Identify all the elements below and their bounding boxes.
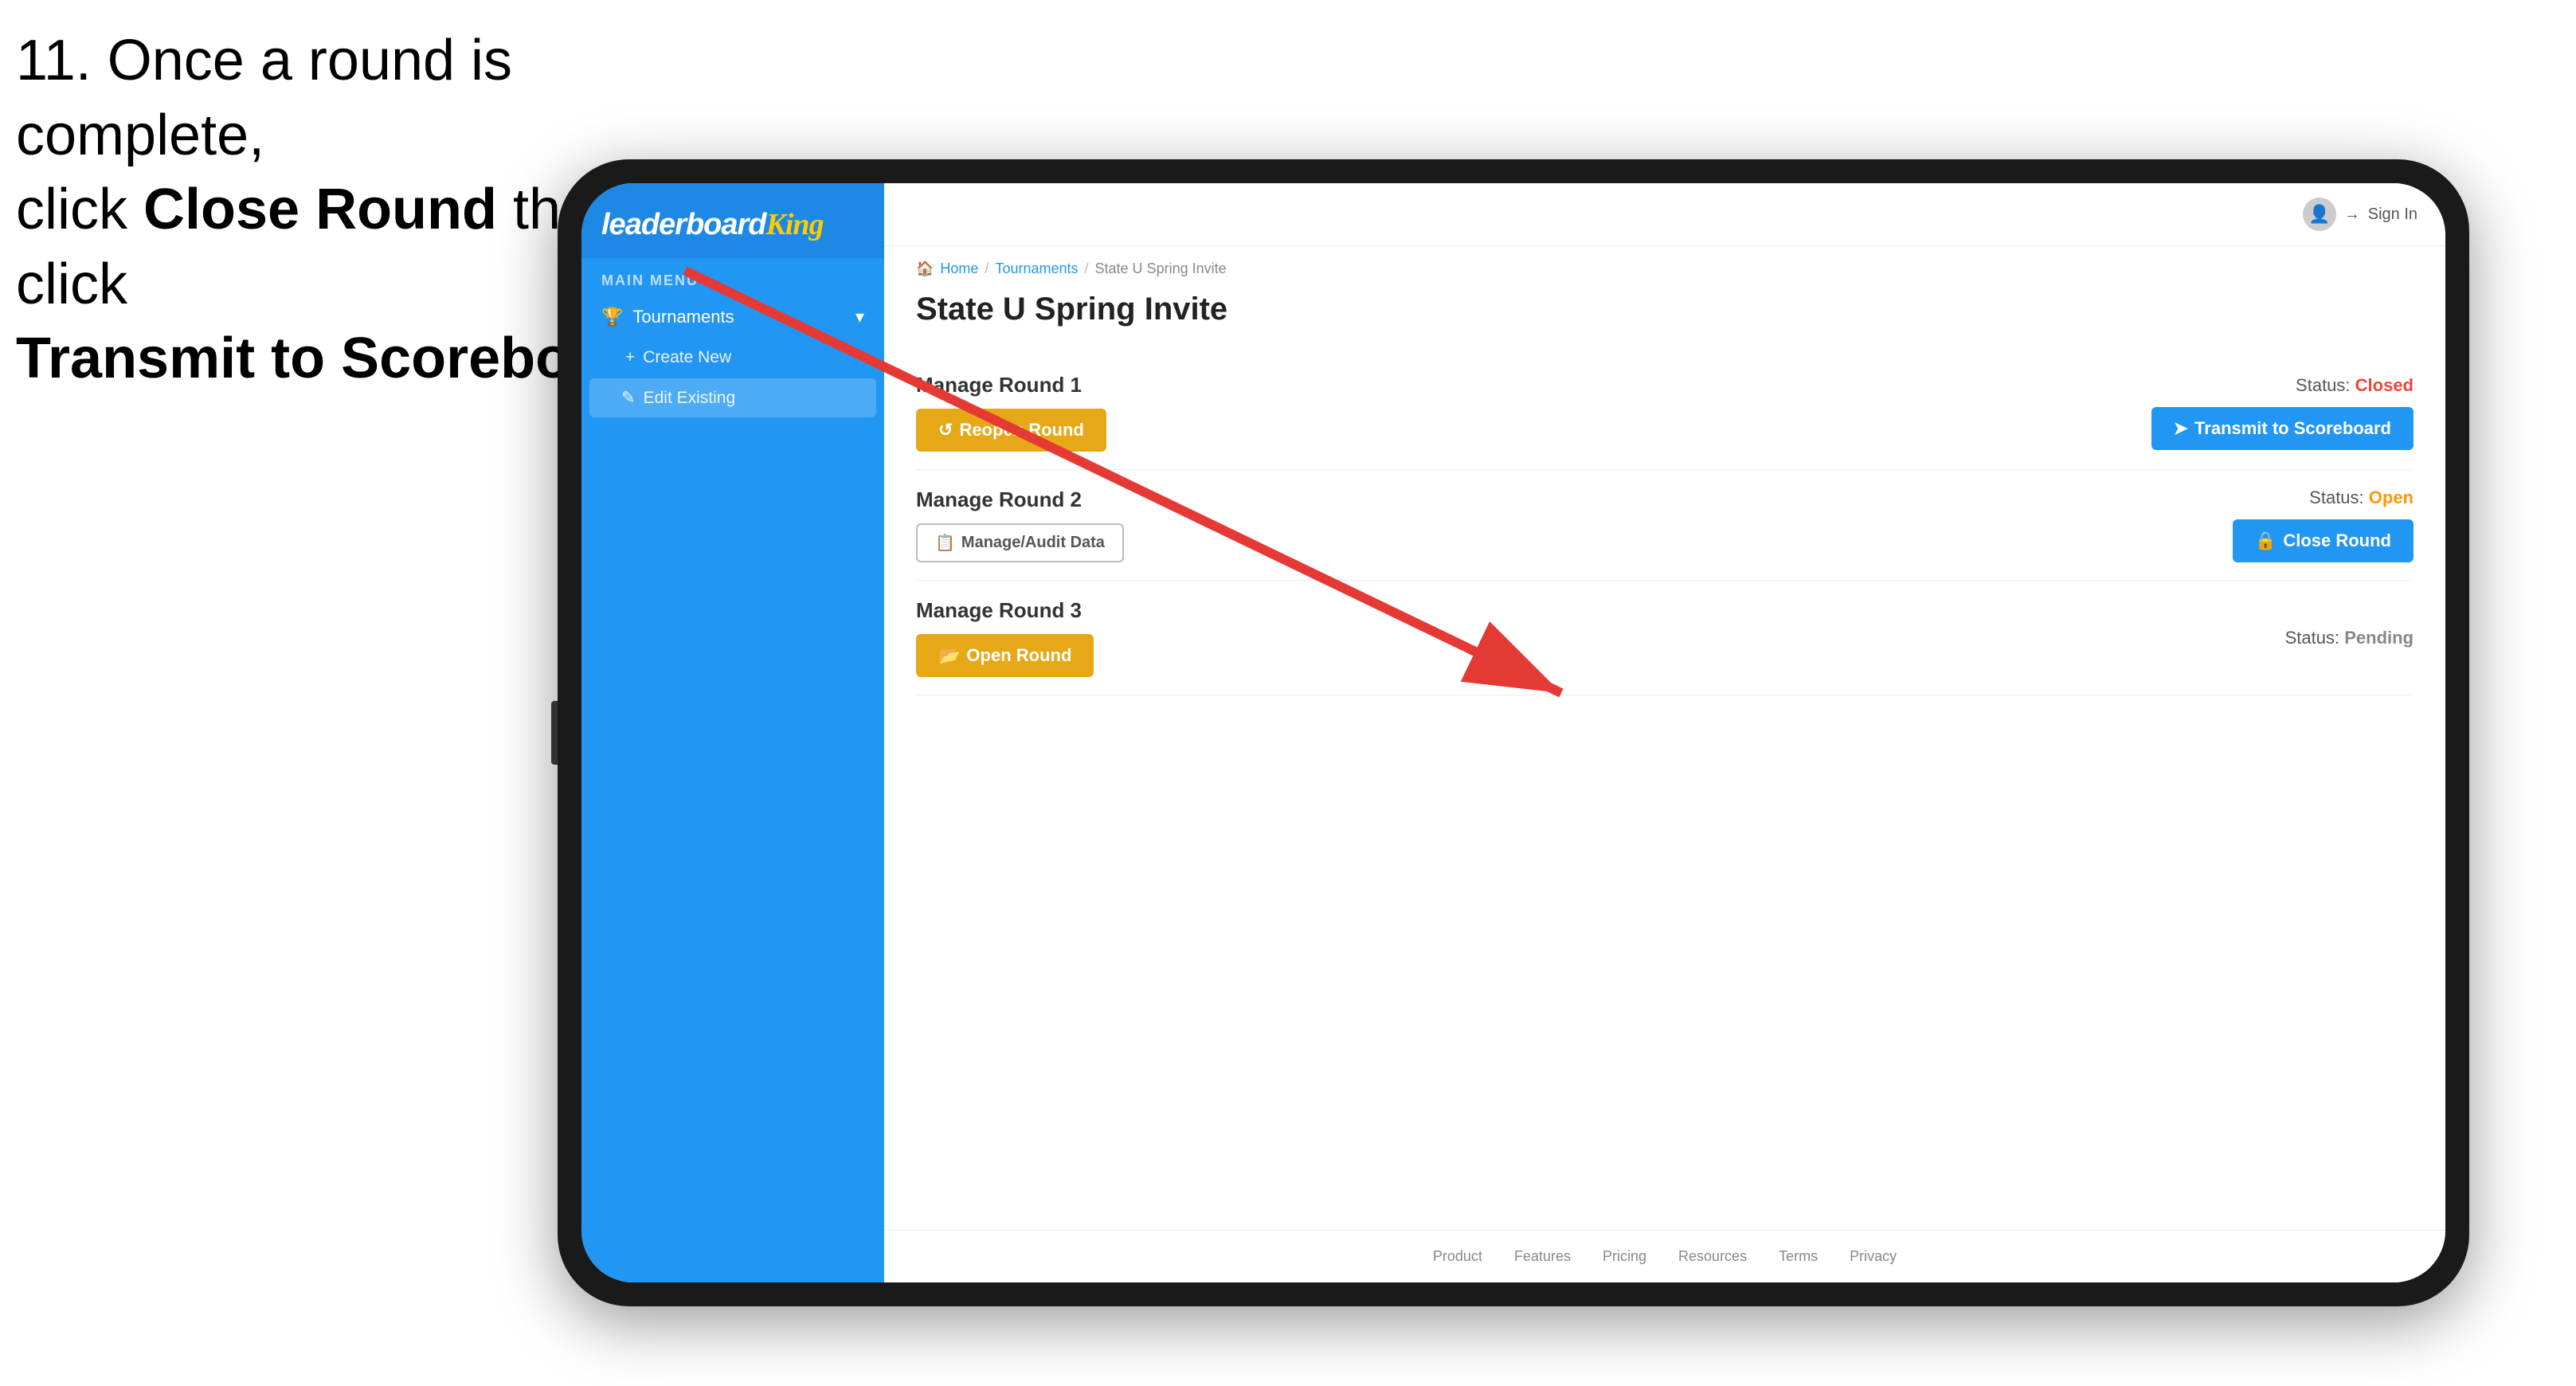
round-2-status: Status: Open <box>2309 487 2414 508</box>
trophy-icon: 🏆 <box>601 307 623 327</box>
open-icon: 📂 <box>938 645 960 666</box>
logo-area: leaderboardKing <box>581 183 884 258</box>
round-2-status-value: Open <box>2369 487 2414 507</box>
sidebar: leaderboardKing MAIN MENU 🏆 Tournaments … <box>581 183 884 1282</box>
top-header: 👤 → Sign In <box>884 183 2445 246</box>
close-round-bold: Close Round <box>143 178 497 241</box>
logo: leaderboardKing <box>601 207 864 242</box>
round-3-title: Manage Round 3 <box>916 598 1094 623</box>
sign-in-label: Sign In <box>2368 206 2417 224</box>
transmit-to-scoreboard-button[interactable]: ➤ Transmit to Scoreboard <box>2151 407 2414 450</box>
sidebar-create-new[interactable]: + Create New <box>581 339 884 377</box>
footer-privacy[interactable]: Privacy <box>1850 1248 1897 1265</box>
sidebar-item-tournaments[interactable]: 🏆 Tournaments ▾ <box>581 296 884 339</box>
manage-audit-data-button[interactable]: 📋 Manage/Audit Data <box>916 523 1124 562</box>
chevron-down-icon: ▾ <box>855 307 864 327</box>
footer-resources[interactable]: Resources <box>1678 1248 1747 1265</box>
reopen-round-label: Reopen Round <box>959 420 1083 440</box>
reopen-icon: ↺ <box>938 420 953 440</box>
round-2-title: Manage Round 2 <box>916 487 1124 512</box>
breadcrumb-sep-2: / <box>1085 260 1089 277</box>
round-2-section: Manage Round 2 📋 Manage/Audit Data Statu… <box>916 470 2414 581</box>
close-round-label: Close Round <box>2283 531 2391 551</box>
home-icon: 🏠 <box>916 260 934 277</box>
footer-product[interactable]: Product <box>1433 1248 1482 1265</box>
tablet-screen: leaderboardKing MAIN MENU 🏆 Tournaments … <box>581 183 2445 1282</box>
manage-audit-label: Manage/Audit Data <box>961 534 1105 552</box>
main-content: 👤 → Sign In 🏠 Home / Tournaments / <box>884 183 2445 1282</box>
round-3-status: Status: Pending <box>2285 628 2414 648</box>
edit-icon: ✎ <box>621 388 636 408</box>
sidebar-edit-label: Edit Existing <box>644 389 736 408</box>
close-round-button[interactable]: 🔒 Close Round <box>2233 519 2414 562</box>
page-content: State U Spring Invite Manage Round 1 ↺ R… <box>884 284 2445 1230</box>
logo-leaderboard: leaderboard <box>601 208 766 241</box>
logo-king: King <box>766 208 824 241</box>
audit-icon: 📋 <box>935 533 955 553</box>
tablet-side-button <box>551 701 558 765</box>
sign-in-arrow-icon: → <box>2344 206 2360 224</box>
open-round-button[interactable]: 📂 Open Round <box>916 634 1094 677</box>
breadcrumb-sep-1: / <box>985 260 989 277</box>
instruction-line1: 11. Once a round is complete, <box>16 24 733 173</box>
reopen-round-button[interactable]: ↺ Reopen Round <box>916 409 1106 452</box>
breadcrumb: 🏠 Home / Tournaments / State U Spring In… <box>884 246 2445 284</box>
app-container: leaderboardKing MAIN MENU 🏆 Tournaments … <box>581 183 2445 1282</box>
sidebar-create-label: Create New <box>643 348 731 367</box>
sign-in-area[interactable]: 👤 → Sign In <box>2303 198 2417 231</box>
footer-terms[interactable]: Terms <box>1779 1248 1818 1265</box>
round-3-section: Manage Round 3 📂 Open Round Status: Pend… <box>916 581 2414 695</box>
breadcrumb-home[interactable]: Home <box>940 260 978 277</box>
round-1-section: Manage Round 1 ↺ Reopen Round Status: Cl… <box>916 355 2414 470</box>
plus-icon: + <box>625 348 635 367</box>
sidebar-tournaments-label: Tournaments <box>632 307 734 327</box>
avatar: 👤 <box>2303 198 2336 231</box>
open-round-label: Open Round <box>966 645 1071 666</box>
round-1-status-value: Closed <box>2355 375 2414 395</box>
main-menu-label: MAIN MENU <box>581 258 884 296</box>
round-3-status-value: Pending <box>2344 628 2414 648</box>
lock-icon: 🔒 <box>2255 531 2277 551</box>
tablet-device: leaderboardKing MAIN MENU 🏆 Tournaments … <box>558 159 2469 1306</box>
round-1-title: Manage Round 1 <box>916 373 1106 397</box>
breadcrumb-tournaments[interactable]: Tournaments <box>995 260 1078 277</box>
transmit-icon: ➤ <box>2174 418 2188 439</box>
transmit-to-scoreboard-label: Transmit to Scoreboard <box>2194 418 2391 439</box>
page-title: State U Spring Invite <box>916 292 2414 327</box>
sidebar-edit-existing[interactable]: ✎ Edit Existing <box>589 378 876 417</box>
footer-features[interactable]: Features <box>1514 1248 1571 1265</box>
round-1-status: Status: Closed <box>2296 375 2414 396</box>
breadcrumb-current: State U Spring Invite <box>1095 260 1227 277</box>
footer: Product Features Pricing Resources Terms… <box>884 1230 2445 1282</box>
footer-pricing[interactable]: Pricing <box>1603 1248 1646 1265</box>
